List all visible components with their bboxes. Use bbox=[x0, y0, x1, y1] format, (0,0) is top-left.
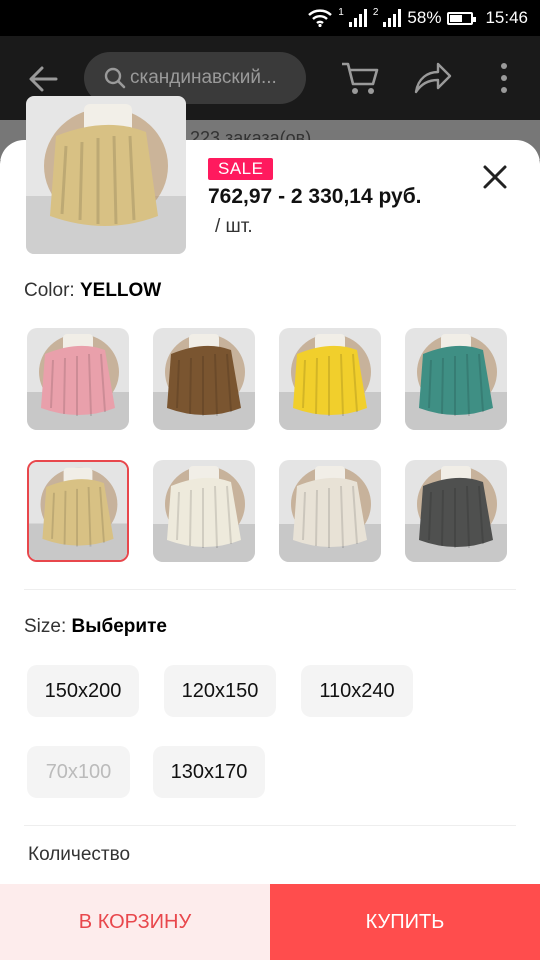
battery-icon bbox=[447, 11, 477, 25]
search-icon bbox=[104, 67, 126, 89]
size-option-label: 70x100 bbox=[45, 760, 112, 783]
color-label: Color: YELLOW bbox=[24, 280, 161, 302]
close-icon[interactable] bbox=[482, 164, 508, 190]
back-arrow-icon[interactable] bbox=[26, 62, 60, 96]
color-swatch[interactable] bbox=[27, 460, 129, 562]
size-option-2[interactable]: 110x240 bbox=[301, 665, 413, 717]
battery-percent: 58% bbox=[407, 8, 442, 27]
sim2-indicator: 2 bbox=[372, 6, 379, 18]
price-range: 762,97 - 2 330,14 руб. bbox=[208, 185, 422, 208]
size-option-label: 120x150 bbox=[181, 679, 259, 702]
quantity-label: Количество bbox=[28, 844, 131, 865]
buy-now-button[interactable]: КУПИТЬ bbox=[270, 884, 540, 960]
color-label-text: Color: bbox=[24, 280, 75, 301]
wifi-icon bbox=[308, 9, 333, 27]
size-prompt: Выберите bbox=[71, 616, 167, 637]
color-swatch[interactable] bbox=[405, 328, 507, 430]
size-label-text: Size: bbox=[24, 616, 67, 637]
search-text: скандинавский... bbox=[130, 67, 277, 88]
size-label: Size: Выберите bbox=[24, 616, 167, 638]
size-option-0[interactable]: 150x200 bbox=[27, 665, 139, 717]
price-unit: / шт. bbox=[215, 216, 253, 237]
size-option-3: 70x100 bbox=[27, 746, 130, 798]
selected-color: YELLOW bbox=[79, 280, 162, 301]
color-swatch[interactable] bbox=[279, 328, 381, 430]
signal-icon bbox=[348, 9, 367, 27]
clock: 15:46 bbox=[485, 8, 528, 27]
buy-now-label: КУПИТЬ bbox=[365, 910, 445, 933]
signal-icon bbox=[383, 9, 402, 27]
color-swatch[interactable] bbox=[153, 328, 255, 430]
color-swatch[interactable] bbox=[405, 460, 507, 562]
size-option-label: 110x240 bbox=[319, 679, 395, 702]
color-swatch[interactable] bbox=[153, 460, 255, 562]
color-swatch[interactable] bbox=[27, 328, 129, 430]
sim1-indicator: 1 bbox=[338, 6, 344, 18]
sale-badge: SALE bbox=[208, 158, 274, 180]
divider bbox=[24, 589, 516, 590]
add-to-cart-button[interactable]: В КОРЗИНУ bbox=[0, 884, 270, 960]
size-option-label: 150x200 bbox=[44, 679, 122, 702]
size-option-4[interactable]: 130x170 bbox=[153, 746, 265, 798]
share-icon[interactable] bbox=[412, 60, 452, 96]
size-option-label: 130x170 bbox=[170, 760, 248, 783]
cart-icon[interactable] bbox=[340, 58, 380, 98]
size-option-1[interactable]: 120x150 bbox=[164, 665, 276, 717]
color-swatch[interactable] bbox=[279, 460, 381, 562]
status-bar: 1 2 58% 15:46 bbox=[0, 0, 540, 36]
more-options-icon[interactable] bbox=[494, 62, 514, 94]
add-to-cart-label: В КОРЗИНУ bbox=[78, 910, 192, 933]
divider bbox=[24, 825, 516, 826]
product-thumbnail bbox=[26, 96, 186, 254]
